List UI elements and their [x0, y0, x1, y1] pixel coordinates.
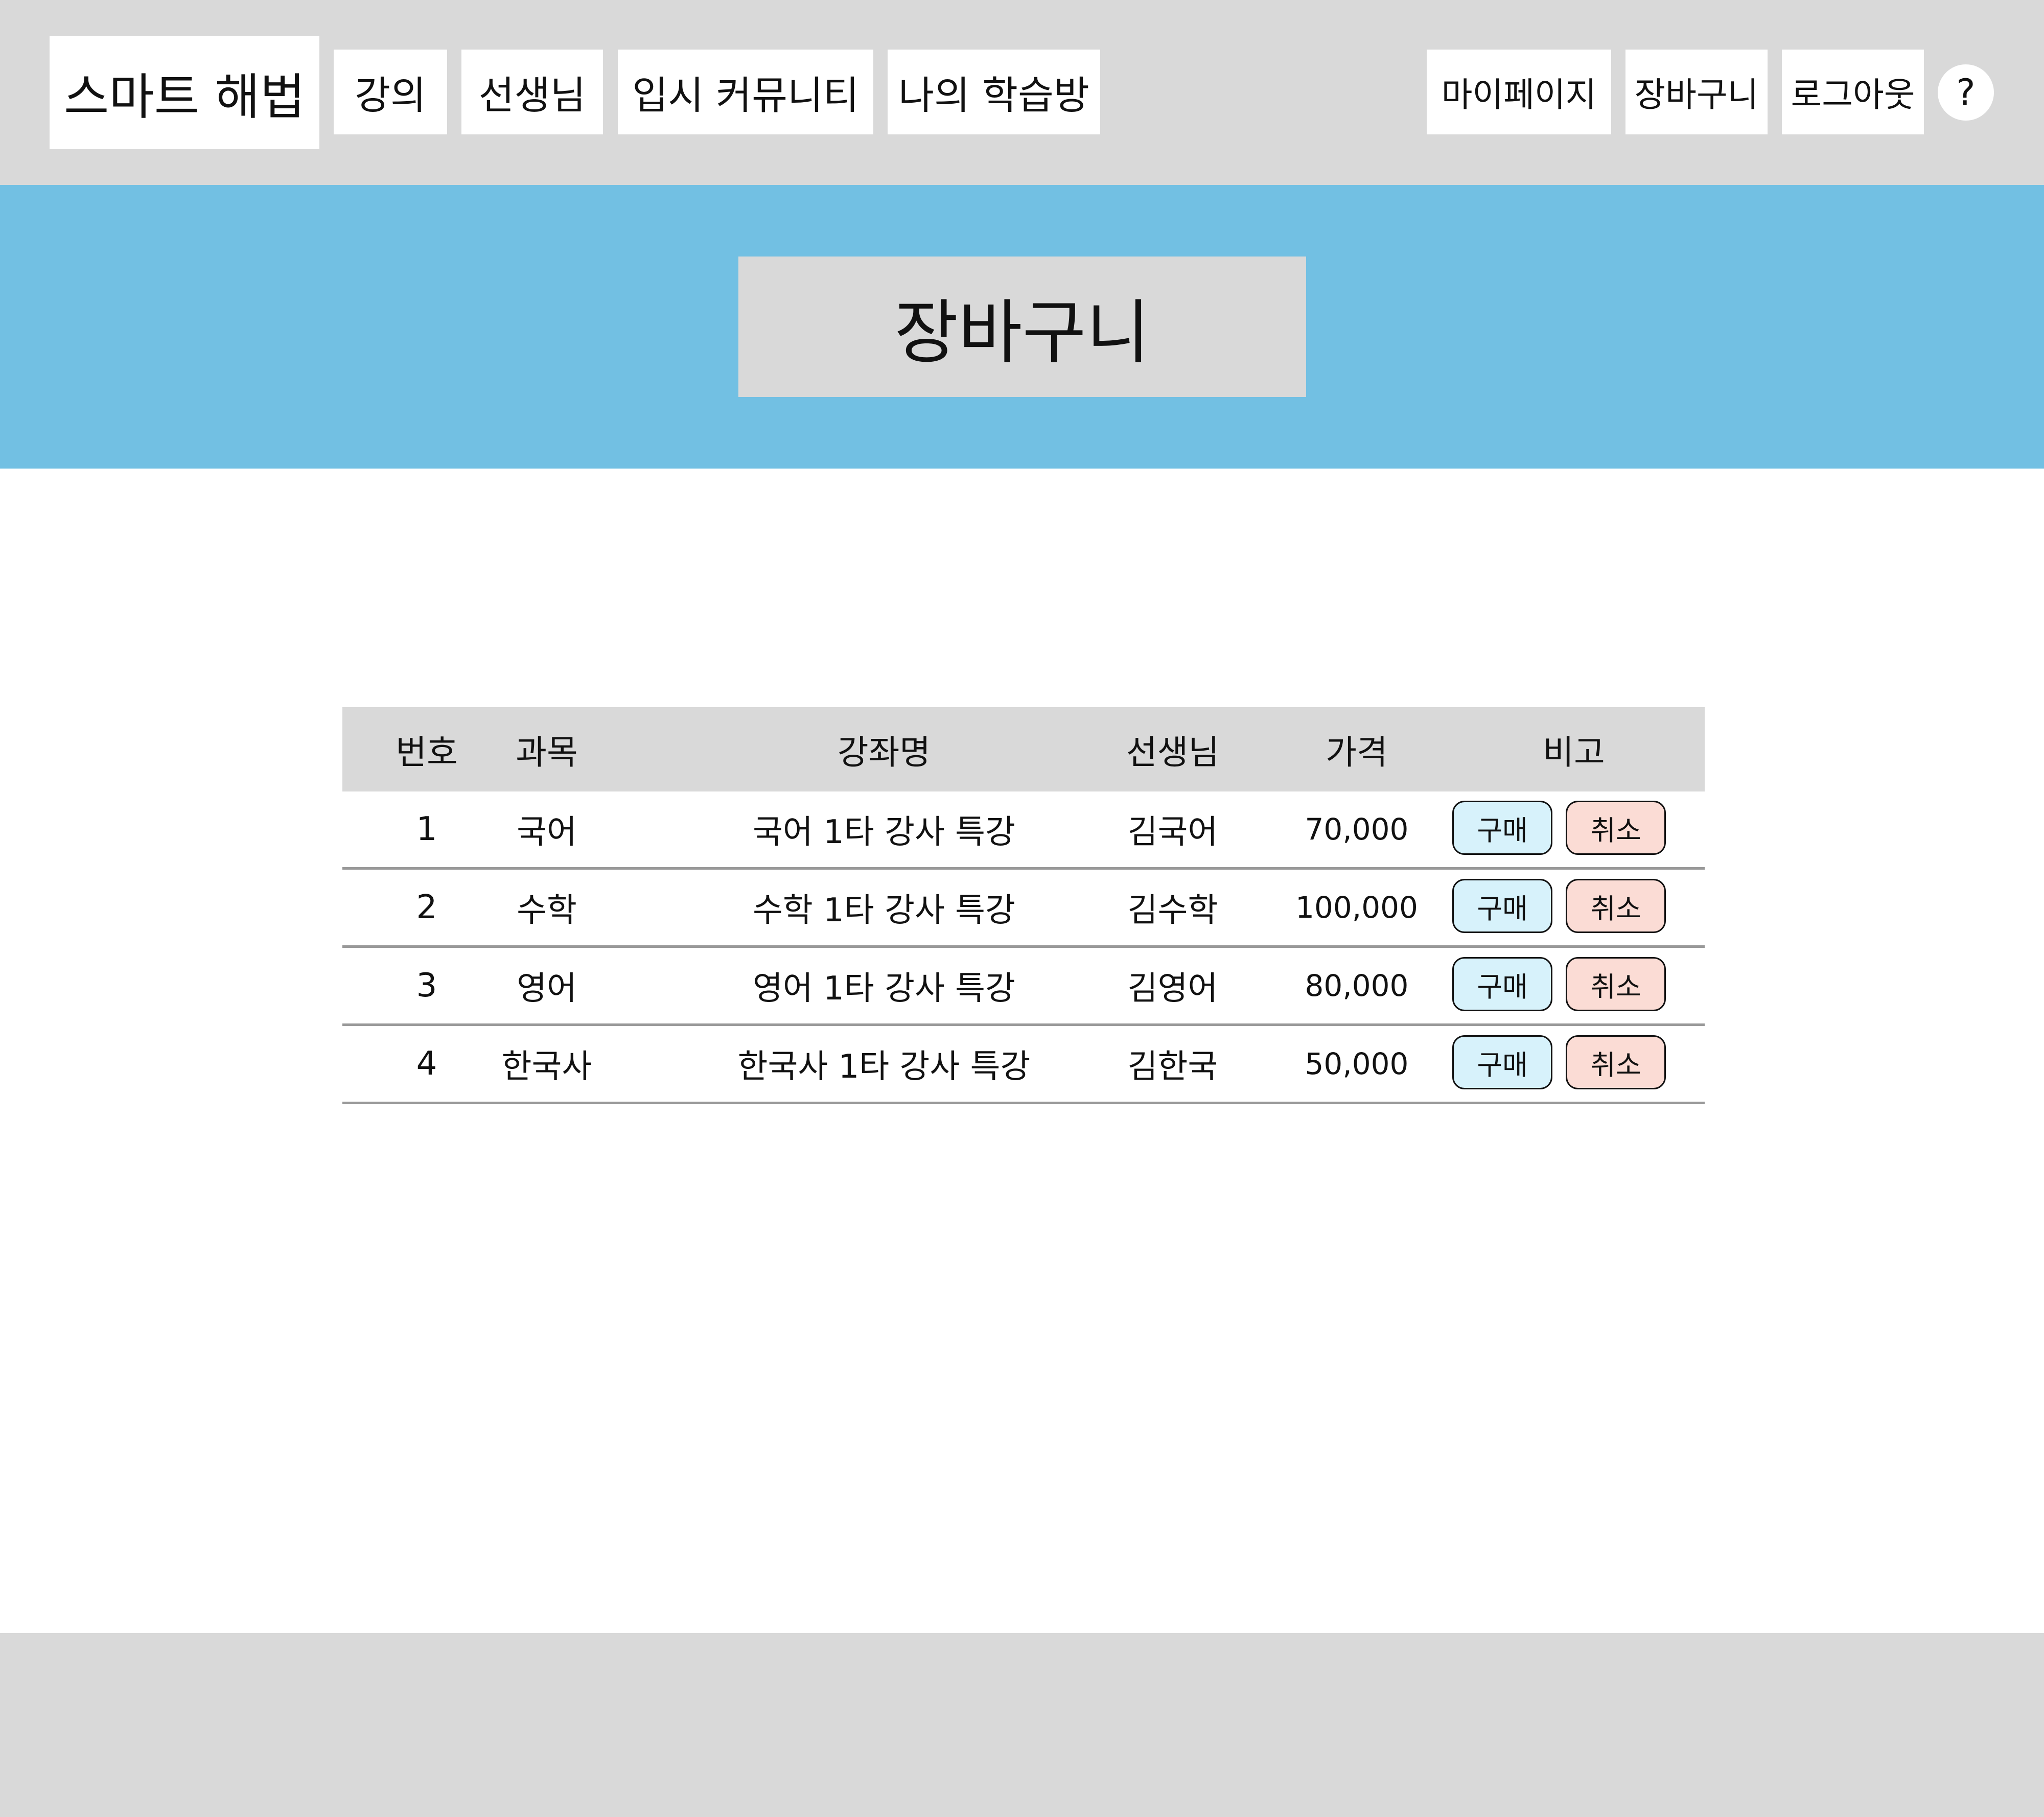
buy-button[interactable]: 구매	[1452, 1035, 1552, 1089]
nav-teachers[interactable]: 선생님	[461, 50, 603, 134]
column-header-price: 가격	[1326, 732, 1388, 772]
nav-lectures[interactable]: 강의	[334, 50, 447, 134]
cancel-button[interactable]: 취소	[1566, 957, 1666, 1011]
cart-table: 번호 과목 강좌명 선생님 가격 비고 1 국어 국어 1타 강사 특강 김국어…	[342, 707, 1705, 1104]
top-header: 스마트 해법 강의 선생님 입시 커뮤니티 나의 학습방 마이페이지 장바구니 …	[0, 0, 2044, 185]
table-row: 3 영어 영어 1타 강사 특강 김영어 80,000 구매 취소	[342, 948, 1705, 1026]
row-price: 70,000	[1305, 812, 1409, 847]
row-course: 국어 1타 강사 특강	[753, 813, 1015, 851]
nav-my-study-room[interactable]: 나의 학습방	[888, 50, 1100, 134]
nav-logout[interactable]: 로그아웃	[1782, 50, 1924, 134]
table-row: 4 한국사 한국사 1타 강사 특강 김한국 50,000 구매 취소	[342, 1026, 1705, 1104]
site-logo[interactable]: 스마트 해법	[50, 36, 319, 149]
row-teacher: 김한국	[1127, 1048, 1218, 1086]
nav-admission-community[interactable]: 입시 커뮤니티	[618, 50, 873, 134]
row-subject: 영어	[517, 970, 577, 1008]
buy-button[interactable]: 구매	[1452, 879, 1552, 933]
row-course: 한국사 1타 강사 특강	[737, 1048, 1031, 1086]
help-button[interactable]: ?	[1938, 64, 1994, 121]
page-title: 장바구니	[738, 257, 1306, 397]
cancel-button[interactable]: 취소	[1566, 879, 1666, 933]
row-course: 영어 1타 강사 특강	[753, 970, 1015, 1008]
row-teacher: 김수학	[1127, 892, 1218, 929]
row-subject: 수학	[517, 892, 577, 929]
buy-button[interactable]: 구매	[1452, 957, 1552, 1011]
row-subject: 한국사	[501, 1048, 592, 1086]
column-header-note: 비고	[1543, 732, 1605, 772]
table-row: 2 수학 수학 1타 강사 특강 김수학 100,000 구매 취소	[342, 870, 1705, 948]
table-row: 1 국어 국어 1타 강사 특강 김국어 70,000 구매 취소	[342, 791, 1705, 870]
page-footer	[0, 1633, 2044, 1817]
row-subject: 국어	[517, 813, 577, 851]
row-teacher: 김국어	[1127, 813, 1218, 851]
column-header-course: 강좌명	[837, 732, 931, 772]
cancel-button[interactable]: 취소	[1566, 1035, 1666, 1089]
row-price: 100,000	[1295, 890, 1418, 925]
row-course: 수학 1타 강사 특강	[753, 892, 1015, 929]
column-header-subject: 과목	[516, 732, 578, 772]
nav-mypage[interactable]: 마이페이지	[1427, 50, 1611, 134]
table-header-row: 번호 과목 강좌명 선생님 가격 비고	[342, 707, 1705, 791]
nav-cart[interactable]: 장바구니	[1625, 50, 1768, 134]
row-price: 80,000	[1305, 968, 1409, 1003]
row-teacher: 김영어	[1127, 970, 1218, 1008]
cancel-button[interactable]: 취소	[1566, 801, 1666, 855]
column-header-teacher: 선생님	[1126, 732, 1220, 772]
buy-button[interactable]: 구매	[1452, 801, 1552, 855]
row-price: 50,000	[1305, 1046, 1409, 1081]
